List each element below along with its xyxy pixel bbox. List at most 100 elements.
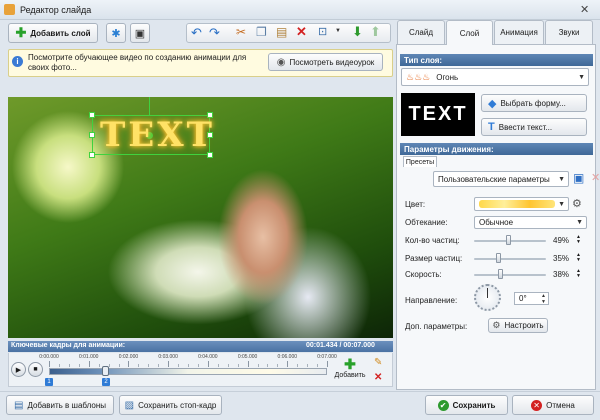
wrap-label: Обтекание: <box>405 218 448 227</box>
gear-icon[interactable]: ⚙ <box>572 197 582 210</box>
particles-value: 49% <box>553 236 570 245</box>
add-keyframe-label: Добавить <box>334 372 366 379</box>
cut-icon[interactable]: ✂ <box>236 25 246 39</box>
add-to-templates-label: Добавить в шаблоны <box>27 400 106 410</box>
direction-input[interactable]: 0° ▲ ▼ <box>514 292 549 305</box>
speed-slider[interactable] <box>474 274 546 276</box>
resize-handle[interactable] <box>89 112 95 118</box>
move-up-icon[interactable]: ⬆ <box>370 24 381 40</box>
info-text: Посмотрите обучающее видео по созданию а… <box>28 53 247 72</box>
chevron-down-icon: ▼ <box>558 201 565 208</box>
particles-label: Кол-во частиц: <box>405 236 460 245</box>
resize-handle[interactable] <box>89 152 95 158</box>
tab-animation[interactable]: Анимация <box>494 20 544 44</box>
edit-keyframe-icon[interactable]: ✎ <box>374 357 382 368</box>
title-bar: Редактор слайда ✕ <box>0 0 600 20</box>
effects-button[interactable]: ✱ <box>106 23 126 43</box>
size-thumb[interactable] <box>495 253 501 263</box>
slide-canvas[interactable]: TEXT <box>8 97 393 338</box>
play-button[interactable]: ▶ <box>11 362 26 377</box>
plus-icon: ✚ <box>15 25 27 40</box>
timeline-tick <box>287 361 289 367</box>
timeline-tick <box>88 361 90 367</box>
paste-icon[interactable]: ▤ <box>276 25 287 39</box>
add-to-templates-button[interactable]: ▤ Добавить в шаблоны <box>6 395 114 415</box>
timeline-track[interactable] <box>49 368 327 375</box>
tab-sounds[interactable]: Звуки <box>545 20 593 44</box>
close-icon[interactable]: ✕ <box>580 3 589 16</box>
undo-icon[interactable]: ↶ <box>191 25 202 41</box>
copy-icon[interactable]: ❐ <box>256 25 267 39</box>
enter-text-label: Ввести текст... <box>498 122 553 132</box>
tab-layer[interactable]: Слой <box>446 20 493 45</box>
redo-icon[interactable]: ↷ <box>209 25 220 41</box>
add-layer-label: Добавить слой <box>30 28 91 38</box>
timeline-minor-tick <box>307 364 309 367</box>
play-icon: ▶ <box>15 366 22 374</box>
timeline-minor-tick <box>237 364 239 367</box>
delete-icon[interactable]: ✕ <box>296 24 307 40</box>
keyframe-marker[interactable]: 1 <box>45 378 53 386</box>
timeline-minor-tick <box>197 364 199 367</box>
tab-slide[interactable]: Слайд <box>397 20 445 44</box>
timeline-minor-tick <box>98 364 100 367</box>
add-layer-button[interactable]: ✚ Добавить слой <box>8 23 98 43</box>
move-down-icon[interactable]: ⬇ <box>352 24 363 40</box>
info-icon: i <box>12 56 23 67</box>
timeline-minor-tick <box>138 364 140 367</box>
watch-video-button[interactable]: ◉ Посмотреть видеоурок <box>268 53 383 71</box>
speed-spin-arrows[interactable]: ▲ ▼ <box>576 269 584 280</box>
choose-shape-button[interactable]: ◆ Выбрать форму... <box>481 94 587 112</box>
enter-text-button[interactable]: T Ввести текст... <box>481 118 587 136</box>
timeline-tick-label: 0:00.000 <box>39 354 59 360</box>
timeline-minor-tick <box>148 364 150 367</box>
save-button[interactable]: ✔ Сохранить <box>425 395 508 415</box>
direction-dial[interactable] <box>474 284 501 311</box>
zoom-fit-icon[interactable]: ⊡ <box>318 25 327 38</box>
snowflake-icon: ✱ <box>111 27 121 40</box>
timeline-tick <box>327 361 328 367</box>
extra-label: Доп. параметры: <box>405 322 468 331</box>
direction-label: Направление: <box>405 296 458 305</box>
fire-icon: ♨♨♨ <box>406 71 431 82</box>
text-icon: T <box>488 121 495 133</box>
image-icon: ▨ <box>124 399 135 411</box>
shape-icon: ◆ <box>488 97 497 110</box>
playhead[interactable] <box>102 366 109 376</box>
camera-icon: ▣ <box>134 27 146 40</box>
delete-preset-icon[interactable]: ✕ <box>591 171 600 184</box>
preset-select[interactable]: Пользовательские параметры ▼ <box>433 171 569 187</box>
cancel-button[interactable]: ✕ Отмена <box>512 395 594 415</box>
save-preset-icon[interactable]: ▣ <box>573 171 584 185</box>
app-icon <box>4 4 15 15</box>
wrap-select[interactable]: Обычное ▼ <box>474 216 587 229</box>
particles-thumb[interactable] <box>505 235 511 245</box>
timeline-tick-label: 0:04.000 <box>198 354 218 360</box>
color-swatch <box>479 200 555 208</box>
layer-type-header: Тип слоя: <box>400 54 593 66</box>
timeline-minor-tick <box>118 364 120 367</box>
timeline-title: Ключевые кадры для анимации: <box>11 342 126 349</box>
timeline-minor-tick <box>78 364 80 367</box>
configure-button[interactable]: ⚙ Настроить <box>488 318 548 333</box>
resize-handle[interactable] <box>89 132 95 138</box>
presets-tab[interactable]: Пресеты <box>403 156 437 167</box>
speed-thumb[interactable] <box>497 269 503 279</box>
save-frame-button[interactable]: ▨ Сохранить стоп-кадр <box>119 395 222 415</box>
choose-shape-label: Выбрать форму... <box>500 98 566 108</box>
watch-video-label: Посмотреть видеоурок <box>289 57 375 67</box>
size-slider[interactable] <box>474 258 546 260</box>
layer-preview: TEXT <box>401 93 475 136</box>
particles-spin-arrows[interactable]: ▲ ▼ <box>576 235 584 246</box>
camera-button[interactable]: ▣ <box>130 23 150 43</box>
layer-type-select[interactable]: ♨♨♨ Огонь ▼ <box>401 68 589 86</box>
chevron-down-icon[interactable]: ▼ <box>335 28 341 34</box>
timeline-minor-tick <box>68 364 70 367</box>
add-keyframe-button[interactable]: ✚ Добавить <box>333 356 367 385</box>
stop-button[interactable]: ■ <box>28 362 43 377</box>
size-spin-arrows[interactable]: ▲ ▼ <box>576 253 584 264</box>
rotate-handle-line <box>149 97 150 115</box>
keyframe-marker[interactable]: 2 <box>102 378 110 386</box>
color-select[interactable]: ▼ <box>474 197 569 211</box>
delete-keyframe-icon[interactable]: ✕ <box>374 372 382 383</box>
